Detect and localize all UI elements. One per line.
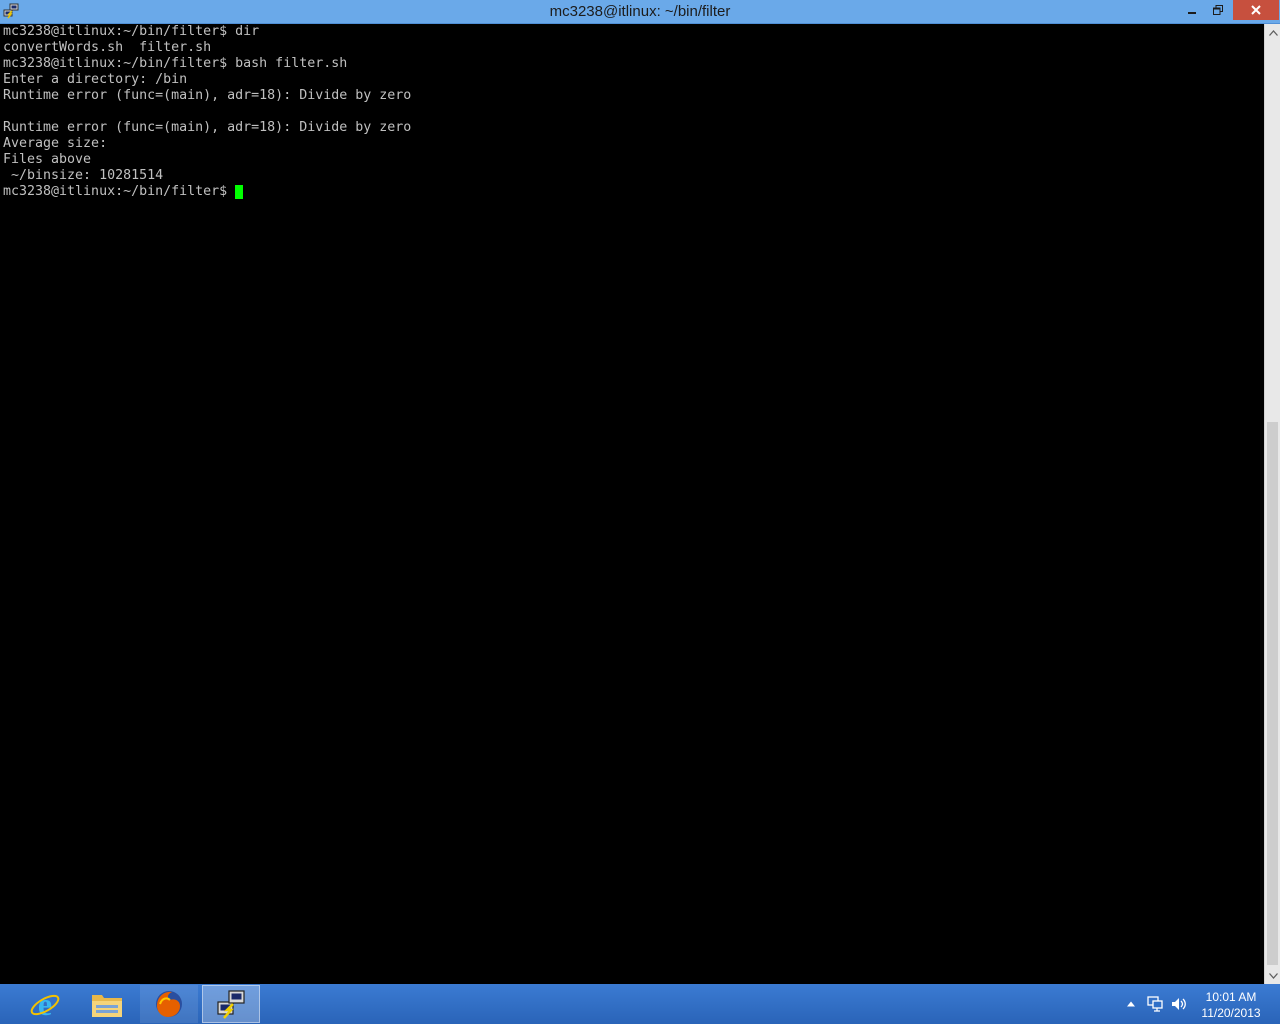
close-button[interactable] [1233, 0, 1279, 20]
show-hidden-icons-icon [1127, 1001, 1135, 1007]
scroll-up-button[interactable] [1265, 24, 1280, 41]
network-tray-button[interactable] [1145, 984, 1165, 1024]
terminal-line: convertWords.sh filter.sh [3, 40, 212, 55]
minimize-button[interactable] [1180, 0, 1204, 20]
restore-icon [1213, 5, 1223, 15]
file-explorer-icon [92, 995, 122, 1017]
terminal-prompt-line: mc3238@itlinux:~/bin/filter$ [3, 184, 236, 199]
terminal-line: Runtime error (func=(main), adr=18): Div… [3, 88, 412, 103]
putty-window: mc3238@itlinux: ~/bin/filter mc3238@itli… [0, 0, 1280, 984]
firefox-icon [156, 991, 182, 1017]
terminal-line: Runtime error (func=(main), adr=18): Div… [3, 120, 412, 135]
taskbar-firefox[interactable] [140, 985, 198, 1023]
taskbar-internet-explorer[interactable]: e [16, 985, 74, 1023]
taskbar-file-explorer[interactable] [78, 985, 136, 1023]
title-bar[interactable]: mc3238@itlinux: ~/bin/filter [0, 0, 1280, 24]
taskbar-putty[interactable] [202, 985, 260, 1023]
terminal-line: ~/binsize: 10281514 [3, 168, 164, 183]
internet-explorer-icon: e [30, 988, 60, 1020]
close-icon [1251, 5, 1261, 15]
terminal-line: Average size: [3, 136, 108, 151]
taskbar: e [0, 984, 1280, 1024]
svg-text:e: e [38, 988, 52, 1020]
chevron-down-icon [1268, 972, 1278, 979]
putty-icon [217, 990, 245, 1019]
minimize-icon [1188, 12, 1196, 14]
restore-button[interactable] [1206, 0, 1230, 20]
terminal-cursor [235, 185, 243, 199]
volume-tray-button[interactable] [1169, 984, 1189, 1024]
terminal-line: Enter a directory: /bin [3, 72, 188, 87]
terminal-line: mc3238@itlinux:~/bin/filter$ dir [3, 24, 260, 39]
network-icon [1147, 996, 1163, 1012]
clock-date[interactable]: 11/20/2013 [1198, 1006, 1264, 1020]
clock-time[interactable]: 10:01 AM [1198, 990, 1264, 1004]
volume-icon [1172, 998, 1186, 1010]
show-hidden-icons-button[interactable] [1122, 984, 1140, 1024]
scroll-down-button[interactable] [1265, 967, 1280, 984]
terminal-area[interactable]: mc3238@itlinux:~/bin/filter$ dir convert… [0, 24, 1264, 984]
window-title: mc3238@itlinux: ~/bin/filter [549, 3, 731, 20]
chevron-up-icon [1268, 29, 1278, 36]
terminal-line: mc3238@itlinux:~/bin/filter$ bash filter… [3, 56, 348, 71]
vertical-scrollbar[interactable] [1264, 24, 1280, 984]
scroll-thumb[interactable] [1267, 422, 1278, 965]
terminal-line: Files above [3, 152, 92, 167]
